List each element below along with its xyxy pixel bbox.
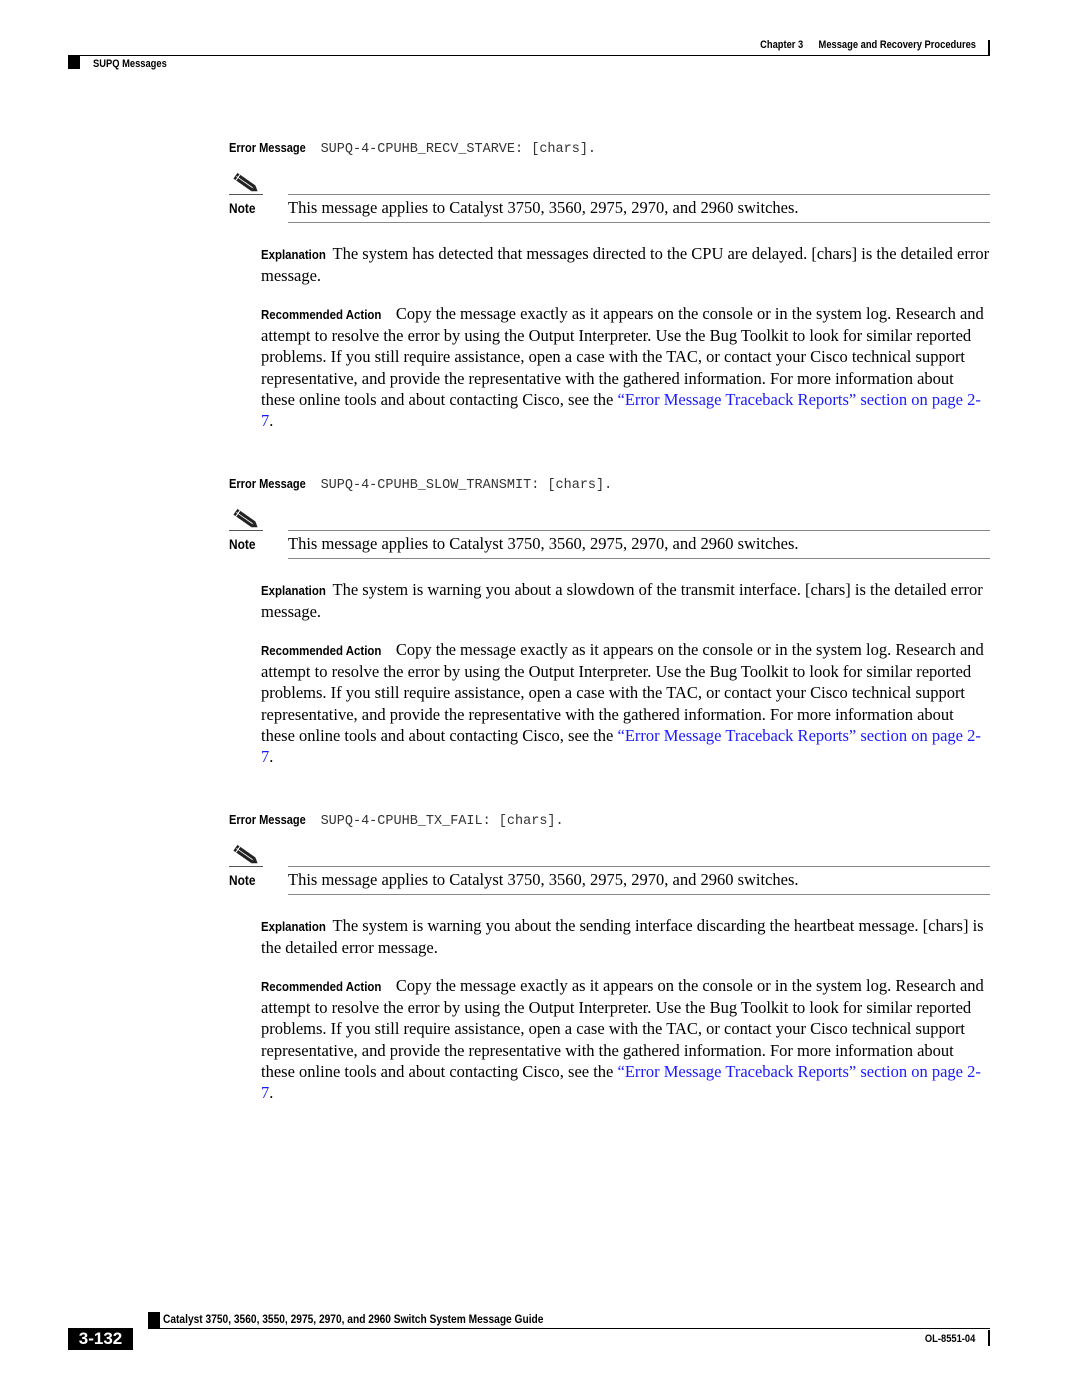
note-icon-rule <box>229 866 263 867</box>
error-message-line: Error Message SUPQ-4-CPUHB_RECV_STARVE: … <box>229 140 596 157</box>
recommended-action-label: Recommended Action <box>261 979 382 994</box>
recommended-action-label: Recommended Action <box>261 307 382 322</box>
error-code: SUPQ-4-CPUHB_TX_FAIL: [chars]. <box>320 814 564 829</box>
footer-square-marker <box>148 1312 160 1328</box>
note-rule-top <box>288 530 990 531</box>
error-message-label: Error Message <box>229 476 306 491</box>
error-code: SUPQ-4-CPUHB_SLOW_TRANSMIT: [chars]. <box>320 478 613 493</box>
note-icon-rule <box>229 194 263 195</box>
explanation-text: The system has detected that messages di… <box>261 244 990 286</box>
footer-bar <box>988 1330 990 1346</box>
error-message-line: Error Message SUPQ-4-CPUHB_SLOW_TRANSMIT… <box>229 476 612 493</box>
explanation-text: The system is warning you about the send… <box>261 916 984 958</box>
note-label: Note <box>229 536 256 552</box>
note-rule-top <box>288 866 990 867</box>
note-rule-bottom <box>288 558 990 559</box>
pencil-icon <box>230 506 260 532</box>
recommended-action-label: Recommended Action <box>261 643 382 658</box>
note-text: This message applies to Catalyst 3750, 3… <box>288 198 799 217</box>
header-rule <box>68 55 990 56</box>
recommended-action-end: . <box>269 411 274 431</box>
error-message-label: Error Message <box>229 140 306 155</box>
footer-rule <box>148 1328 990 1329</box>
header-square-marker <box>68 56 80 69</box>
recommended-action: Recommended Action Copy the message exac… <box>261 303 991 431</box>
recommended-action: Recommended Action Copy the message exac… <box>261 639 991 767</box>
explanation-label: Explanation <box>261 247 326 262</box>
note-rule-top <box>288 194 990 195</box>
note-label: Note <box>229 200 256 216</box>
page-number: 3-132 <box>68 1328 133 1350</box>
header-bar <box>988 40 990 56</box>
error-code: SUPQ-4-CPUHB_RECV_STARVE: [chars]. <box>320 142 597 157</box>
explanation-label: Explanation <box>261 919 326 934</box>
error-message-line: Error Message SUPQ-4-CPUHB_TX_FAIL: [cha… <box>229 812 564 829</box>
explanation: Explanation The system is warning you ab… <box>261 915 991 958</box>
section-title: SUPQ Messages <box>93 58 167 70</box>
error-message-label: Error Message <box>229 812 306 827</box>
recommended-action-end: . <box>269 747 274 767</box>
note-rule-bottom <box>288 894 990 895</box>
pencil-icon <box>230 170 260 196</box>
explanation: Explanation The system has detected that… <box>261 243 991 286</box>
pencil-icon <box>230 842 260 868</box>
chapter-title: Message and Recovery Procedures <box>818 39 976 51</box>
guide-title: Catalyst 3750, 3560, 3550, 2975, 2970, a… <box>163 1312 544 1326</box>
note-icon-rule <box>229 530 263 531</box>
note-text: This message applies to Catalyst 3750, 3… <box>288 534 799 553</box>
recommended-action: Recommended Action Copy the message exac… <box>261 975 991 1103</box>
note-text: This message applies to Catalyst 3750, 3… <box>288 870 799 889</box>
running-header-chapter: Chapter 3 Message and Recovery Procedures <box>760 39 976 51</box>
note-rule-bottom <box>288 222 990 223</box>
note-label: Note <box>229 872 256 888</box>
explanation-text: The system is warning you about a slowdo… <box>261 580 983 622</box>
recommended-action-end: . <box>269 1083 274 1103</box>
explanation-label: Explanation <box>261 583 326 598</box>
chapter-label: Chapter 3 <box>760 39 804 51</box>
doc-number: OL-8551-04 <box>924 1333 975 1345</box>
explanation: Explanation The system is warning you ab… <box>261 579 991 622</box>
